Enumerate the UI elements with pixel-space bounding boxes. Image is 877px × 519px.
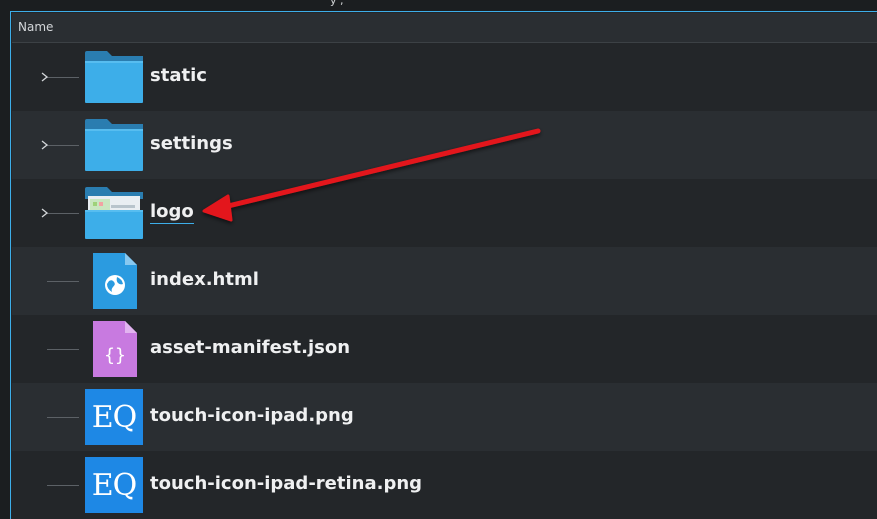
tree-branch-line [47, 417, 79, 418]
eq-thumbnail: EQ [85, 389, 143, 445]
window-title-fragment: y , [330, 0, 344, 7]
name-column-header[interactable]: Name [18, 20, 53, 34]
file-name-rename-field[interactable]: logo [150, 201, 194, 224]
file-name[interactable]: touch-icon-ipad-retina.png [150, 473, 422, 494]
file-name[interactable]: static [150, 65, 207, 86]
file-row-asset-manifest-json[interactable]: {} asset-manifest.json [12, 315, 877, 383]
tree-branch-line [47, 281, 79, 282]
svg-text:{}: {} [104, 345, 126, 366]
expand-chevron-icon[interactable] [40, 70, 52, 84]
file-row-static[interactable]: static [12, 43, 877, 111]
file-row-touch-icon-ipad[interactable]: EQ touch-icon-ipad.png [12, 383, 877, 451]
file-row-logo[interactable]: logo [12, 179, 877, 247]
folder-icon [85, 119, 143, 171]
expand-chevron-icon[interactable] [40, 138, 52, 152]
file-name[interactable]: index.html [150, 269, 259, 290]
html-file-icon [85, 253, 143, 309]
folder-image-preview-icon [85, 187, 143, 239]
file-name[interactable]: settings [150, 133, 233, 154]
eq-image-icon: EQ [85, 389, 143, 445]
file-manager-window: y , Name static settings logo index.html… [0, 0, 877, 519]
eq-thumbnail: EQ [85, 457, 143, 513]
expand-chevron-icon[interactable] [40, 206, 52, 220]
folder-icon [85, 51, 143, 103]
column-header[interactable]: Name [12, 13, 877, 43]
top-strip: y , [0, 0, 877, 11]
file-list: static settings logo index.html {} asset… [12, 43, 877, 519]
file-name[interactable]: asset-manifest.json [150, 337, 350, 358]
file-name[interactable]: touch-icon-ipad.png [150, 405, 354, 426]
eq-image-icon: EQ [85, 457, 143, 513]
json-file-icon: {} [85, 321, 143, 377]
tree-branch-line [47, 349, 79, 350]
file-row-index-html[interactable]: index.html [12, 247, 877, 315]
file-row-settings[interactable]: settings [12, 111, 877, 179]
file-row-touch-icon-ipad-retina[interactable]: EQ touch-icon-ipad-retina.png [12, 451, 877, 519]
tree-branch-line [47, 485, 79, 486]
details-view[interactable]: Name static settings logo index.html {} … [10, 11, 877, 519]
